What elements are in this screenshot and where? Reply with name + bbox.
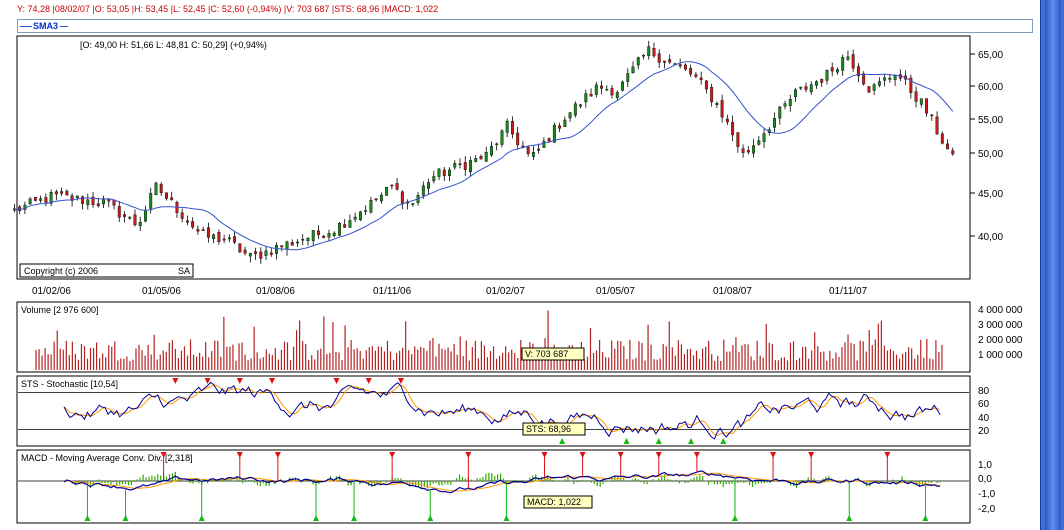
volume-y-tick: 2 000 000	[978, 335, 1023, 346]
stochastic-y-axis: 80 60 40 20	[978, 386, 990, 437]
candle	[500, 129, 504, 148]
volume-tag: V: 703 687	[521, 347, 585, 361]
price-y-axis: 65,00 60,00 55,00 50,00 45,00 40,00	[970, 50, 1003, 243]
candle	[12, 203, 16, 213]
candle	[385, 186, 389, 196]
stoch-y-tick: 60	[978, 399, 990, 410]
price-y-tick: 65,00	[978, 50, 1003, 61]
volume-y-tick: 3 000 000	[978, 320, 1023, 331]
price-y-tick: 60,00	[978, 82, 1003, 93]
x-tick: 01/08/07	[713, 286, 752, 297]
volume-y-tick: 4 000 000	[978, 305, 1023, 316]
macd-y-tick: 1,0	[978, 460, 992, 471]
macd-tag-text: MACD: 1,022	[527, 497, 581, 507]
ohlc-readout: [O: 49,00 H: 51,66 L: 48,81 C: 50,29] (+…	[80, 40, 267, 50]
volume-y-axis: 4 000 000 3 000 000 2 000 000 1 000 000	[978, 305, 1023, 361]
volume-title: Volume [2 976 600]	[21, 305, 99, 315]
macd-tag: MACD: 1,022	[523, 495, 593, 509]
chart-canvas[interactable]: [O: 49,00 H: 51,66 L: 48,81 C: 50,29] (+…	[0, 0, 1040, 530]
stochastic-tag: STS: 68,96	[522, 422, 586, 436]
price-y-tick: 55,00	[978, 115, 1003, 126]
window-right-frame-inner	[1045, 0, 1061, 530]
copyright-text: Copyright (c) 2006	[24, 266, 98, 276]
stochastic-title: STS - Stochastic [10,54]	[21, 379, 118, 389]
candle	[621, 80, 624, 92]
volume-tag-text: V: 703 687	[525, 349, 568, 359]
macd-y-axis: 1,0 0,0 -1,0 -2,0	[978, 460, 996, 515]
x-tick: 01/02/06	[32, 286, 71, 297]
price-x-axis: 01/02/06 01/05/06 01/08/06 01/11/06 01/0…	[32, 286, 868, 297]
volume-y-tick: 1 000 000	[978, 350, 1023, 361]
macd-title: MACD - Moving Average Conv. Div. [2,318]	[21, 453, 193, 463]
macd-y-tick: -1,0	[978, 489, 996, 500]
candle	[573, 101, 577, 118]
macd-y-tick: 0,0	[978, 474, 992, 485]
candle	[358, 210, 362, 222]
x-tick: 01/02/07	[486, 286, 525, 297]
price-y-tick: 45,00	[978, 189, 1003, 200]
price-y-tick: 50,00	[978, 149, 1003, 160]
stoch-y-tick: 40	[978, 413, 990, 424]
candle	[238, 243, 242, 254]
price-y-tick: 40,00	[978, 232, 1003, 243]
macd-y-tick: -2,0	[978, 504, 996, 515]
x-tick: 01/11/06	[373, 286, 412, 297]
window-right-frame	[1040, 0, 1064, 530]
x-tick: 01/11/07	[829, 286, 868, 297]
candle	[154, 181, 158, 196]
x-tick: 01/05/07	[596, 286, 635, 297]
x-tick: 01/08/06	[256, 286, 295, 297]
stochastic-panel[interactable]	[16, 375, 971, 447]
candle	[337, 222, 341, 237]
copyright-suffix: SA	[178, 266, 190, 276]
stoch-y-tick: 80	[978, 386, 990, 397]
x-tick: 01/05/06	[142, 286, 181, 297]
candle	[867, 85, 871, 93]
stoch-y-tick: 20	[978, 426, 990, 437]
stochastic-tag-text: STS: 68,96	[526, 424, 571, 434]
